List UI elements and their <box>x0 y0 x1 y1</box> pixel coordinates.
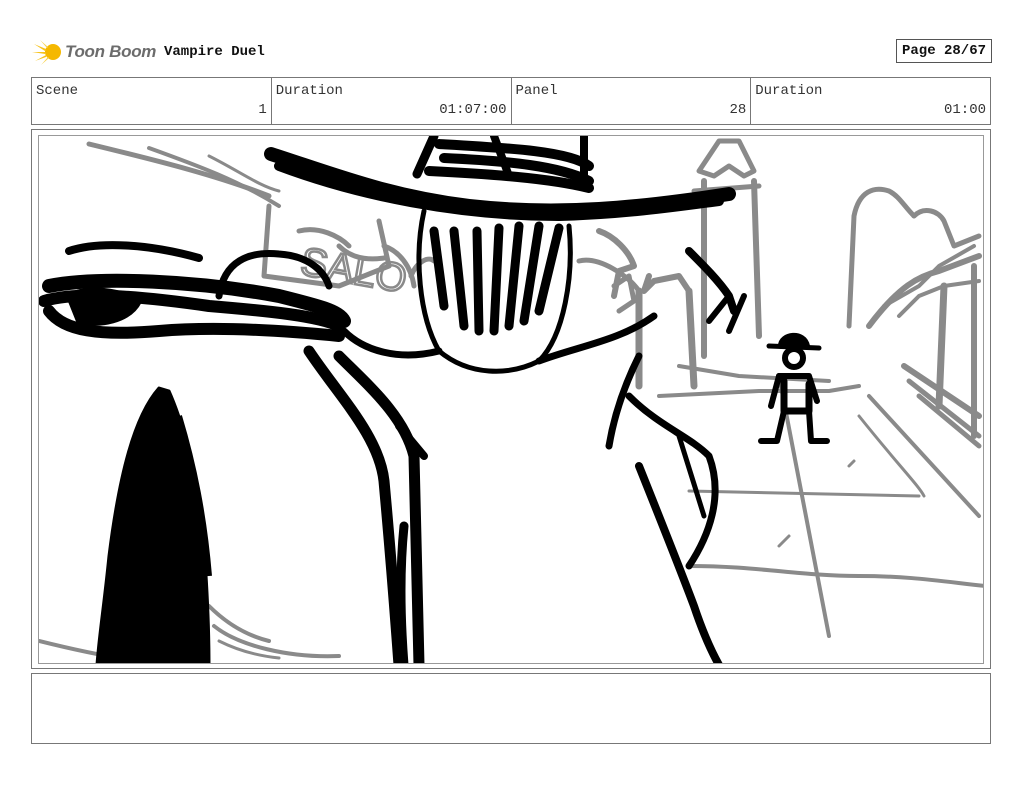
toon-boom-logo: Toon Boom <box>32 36 157 68</box>
scene-duration-cell: Duration 01:07:00 <box>272 78 512 124</box>
scene-duration-label: Duration <box>275 83 343 99</box>
distant-cowboy-figure <box>758 332 830 444</box>
panel-duration-value: 01:00 <box>943 102 986 118</box>
logo-text: Toon Boom <box>65 42 157 61</box>
panel-duration-label: Duration <box>755 83 823 99</box>
page-indicator: Page 28/67 <box>895 39 992 63</box>
panel-value: 28 <box>729 102 747 118</box>
storyboard-panel-frame: SALO <box>31 129 991 669</box>
panel-label: Panel <box>515 83 558 99</box>
panel-duration-cell: Duration 01:00 <box>751 78 990 124</box>
storyboard-panel-image: SALO <box>38 135 984 664</box>
scene-value: 1 <box>258 102 267 118</box>
page-header: Toon Boom Vampire Duel Page 28/67 <box>30 36 992 70</box>
project-title: Vampire Duel <box>164 44 265 60</box>
scene-label: Scene <box>36 83 79 99</box>
panel-info-table: Scene 1 Duration 01:07:00 Panel 28 Durat… <box>31 77 991 125</box>
panel-notes-box <box>31 673 991 744</box>
panel-sketch: SALO <box>39 136 983 663</box>
scene-duration-value: 01:07:00 <box>439 102 507 118</box>
sunburst-logo-icon <box>32 40 61 65</box>
panel-cell: Panel 28 <box>512 78 752 124</box>
horse-tail-silhouette <box>95 386 212 663</box>
scene-cell: Scene 1 <box>32 78 272 124</box>
